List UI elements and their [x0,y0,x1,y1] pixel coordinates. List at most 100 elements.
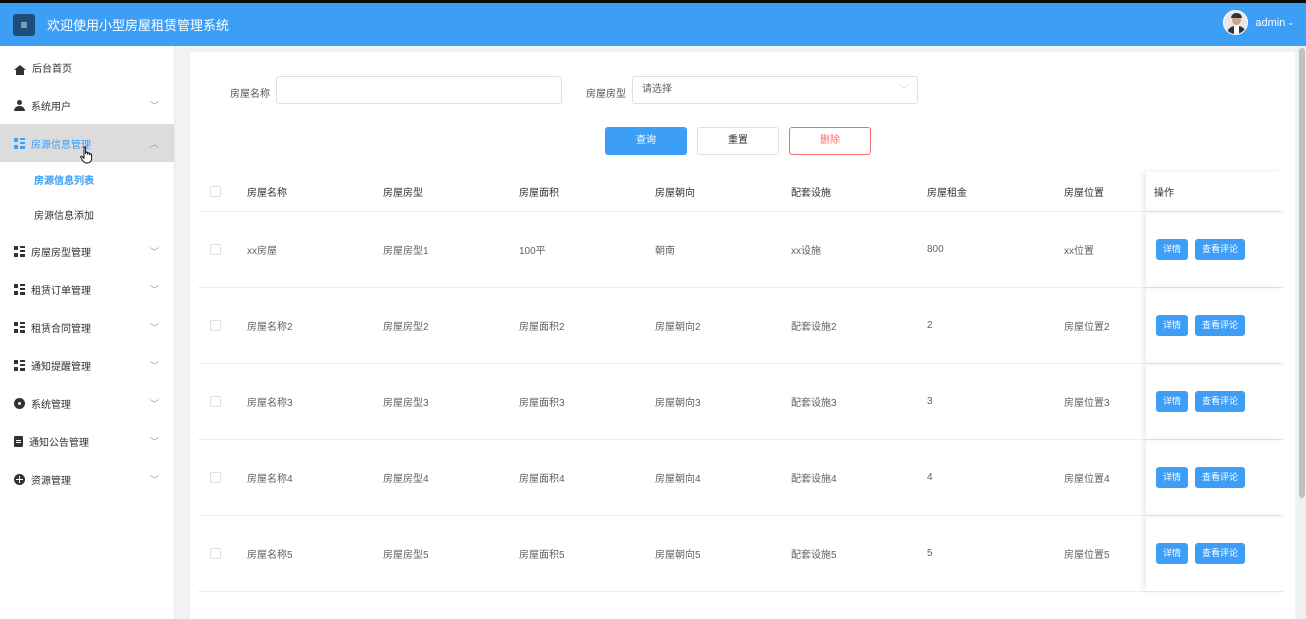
table-cell: 房屋面积2 [519,322,565,333]
row-checkbox[interactable] [210,548,221,559]
sidebar-subitem-listing-list[interactable]: 房源信息列表 [0,162,174,197]
house-name-input[interactable] [276,76,562,104]
sidebar-item-label: 通知公告管理 [29,437,89,449]
view-comments-button[interactable]: 查看评论 [1195,543,1246,564]
column-header: 房屋朝向 [655,188,695,199]
table-cell: 配套设施4 [791,474,837,485]
user-menu[interactable]: admin ⌄ [1223,10,1294,35]
sidebar-item-announcements[interactable]: 通知公告管理 ﹀ [0,422,174,460]
table-cell: 2 [927,320,933,331]
table-cell: xx位置 [1064,246,1094,257]
sidebar-item-system[interactable]: 系统管理 ﹀ [0,384,174,422]
table-cell: 配套设施5 [791,550,837,561]
table-header: 房屋名称 房屋房型 房屋面积 房屋朝向 配套设施 房屋租金 房屋位置 操作 [198,172,1284,212]
table-cell: 房屋位置5 [1064,550,1110,561]
top-bar: ≡ 欢迎使用小型房屋租赁管理系统 admin ⌄ [0,0,1306,46]
menu-toggle-button[interactable]: ≡ [13,13,35,36]
table-cell: 房屋面积5 [519,550,565,561]
sidebar-item-home[interactable]: 后台首页 [0,48,174,86]
sidebar-item-label: 系统管理 [31,399,71,411]
table-row: 房屋名称3 房屋房型3 房屋面积3 房屋朝向3 配套设施3 3 房屋位置3 详情 查看评论 [198,364,1284,440]
table-cell: xx设施 [791,246,821,257]
table-cell: 5 [927,548,933,559]
scrollbar-thumb[interactable] [1299,48,1305,498]
column-header: 操作 [1154,188,1174,199]
scrollbar[interactable] [1298,46,1306,619]
detail-button[interactable]: 详情 [1156,391,1189,412]
chevron-down-icon: ﹀ [149,101,159,111]
chevron-down-icon: ﹀ [149,247,159,257]
sidebar-item-contracts[interactable]: 租赁合同管理 ﹀ [0,308,174,346]
view-comments-button[interactable]: 查看评论 [1195,391,1246,412]
query-button[interactable]: 查询 [605,127,687,155]
table-cell: 房屋朝向5 [655,550,701,561]
sidebar-item-label: 租赁订单管理 [31,285,91,297]
view-comments-button[interactable]: 查看评论 [1195,239,1246,260]
house-name-label: 房屋名称 [230,89,270,100]
sidebar-item-label: 通知提醒管理 [31,361,91,373]
sidebar-item-label: 租赁合同管理 [31,323,91,335]
column-header: 房屋位置 [1064,188,1104,199]
sidebar-subitem-listing-add[interactable]: 房源信息添加 [0,197,174,232]
column-header: 房屋房型 [383,188,423,199]
listing-table: 房屋名称 房屋房型 房屋面积 房屋朝向 配套设施 房屋租金 房屋位置 操作 xx… [198,172,1284,592]
table-row: 房屋名称4 房屋房型4 房屋面积4 房屋朝向4 配套设施4 4 房屋位置4 详情 查看评论 [198,440,1284,516]
table-cell: 朝南 [655,246,675,257]
chevron-down-icon[interactable]: ⌄ [1287,18,1294,27]
ops-column-header: 操作 [1146,172,1284,211]
chevron-down-icon: ﹀ [900,85,908,94]
row-actions: 详情 查看评论 [1146,516,1284,591]
sidebar-item-label: 资源管理 [31,475,71,487]
reset-button[interactable]: 重置 [697,127,779,155]
house-type-select-value: 请选择 [642,84,672,95]
view-comments-button[interactable]: 查看评论 [1195,467,1246,488]
sidebar-item-resources[interactable]: 资源管理 ﹀ [0,460,174,498]
app-title: 欢迎使用小型房屋租赁管理系统 [47,18,230,33]
sidebar-item-room-types[interactable]: 房屋房型管理 ﹀ [0,232,174,270]
row-checkbox[interactable] [210,244,221,255]
avatar[interactable] [1223,10,1249,35]
sidebar-item-users[interactable]: 系统用户 ﹀ [0,86,174,124]
select-all-checkbox[interactable] [210,186,221,197]
sidebar: 后台首页 系统用户 ﹀ 房源信息管理 ︿ 房源信息列表 房源信息添加 房屋房型管… [0,46,175,619]
row-checkbox[interactable] [210,320,221,331]
table-cell: 房屋房型4 [383,474,429,485]
house-type-select[interactable]: 请选择 ﹀ [632,76,918,104]
house-type-label: 房屋房型 [586,89,626,100]
hand-cursor-icon [80,146,93,164]
table-cell: 房屋名称2 [247,322,293,333]
sidebar-item-reminders[interactable]: 通知提醒管理 ﹀ [0,346,174,384]
table-cell: 房屋位置4 [1064,474,1110,485]
delete-button[interactable]: 删除 [789,127,871,155]
chevron-down-icon: ﹀ [149,285,159,295]
column-header: 房屋面积 [519,188,559,199]
grid-icon [14,245,25,257]
detail-button[interactable]: 详情 [1156,467,1189,488]
table-cell: 房屋房型2 [383,322,429,333]
table-cell: 房屋房型3 [383,398,429,409]
detail-button[interactable]: 详情 [1156,315,1189,336]
sidebar-item-orders[interactable]: 租赁订单管理 ﹀ [0,270,174,308]
grid-icon [14,137,25,149]
table-cell: 房屋位置2 [1064,322,1110,333]
table-cell: 房屋名称4 [247,474,293,485]
view-comments-button[interactable]: 查看评论 [1195,315,1246,336]
table-cell: 房屋朝向4 [655,474,701,485]
table-cell: 3 [927,396,933,407]
grid-icon [14,359,25,371]
username[interactable]: admin [1255,17,1285,29]
detail-button[interactable]: 详情 [1156,543,1189,564]
table-cell: 房屋房型5 [383,550,429,561]
table-cell: 房屋名称3 [247,398,293,409]
table-row: 房屋名称2 房屋房型2 房屋面积2 房屋朝向2 配套设施2 2 房屋位置2 详情 查看评论 [198,288,1284,364]
row-checkbox[interactable] [210,472,221,483]
table-cell: 房屋朝向3 [655,398,701,409]
column-header: 房屋租金 [927,188,967,199]
sidebar-item-label: 房屋房型管理 [31,247,91,259]
row-checkbox[interactable] [210,396,221,407]
detail-button[interactable]: 详情 [1156,239,1189,260]
table-cell: xx房屋 [247,246,277,257]
table-row: 房屋名称5 房屋房型5 房屋面积5 房屋朝向5 配套设施5 5 房屋位置5 详情 查看评论 [198,516,1284,592]
sidebar-item-label: 后台首页 [32,63,72,75]
gear-icon [14,397,25,409]
